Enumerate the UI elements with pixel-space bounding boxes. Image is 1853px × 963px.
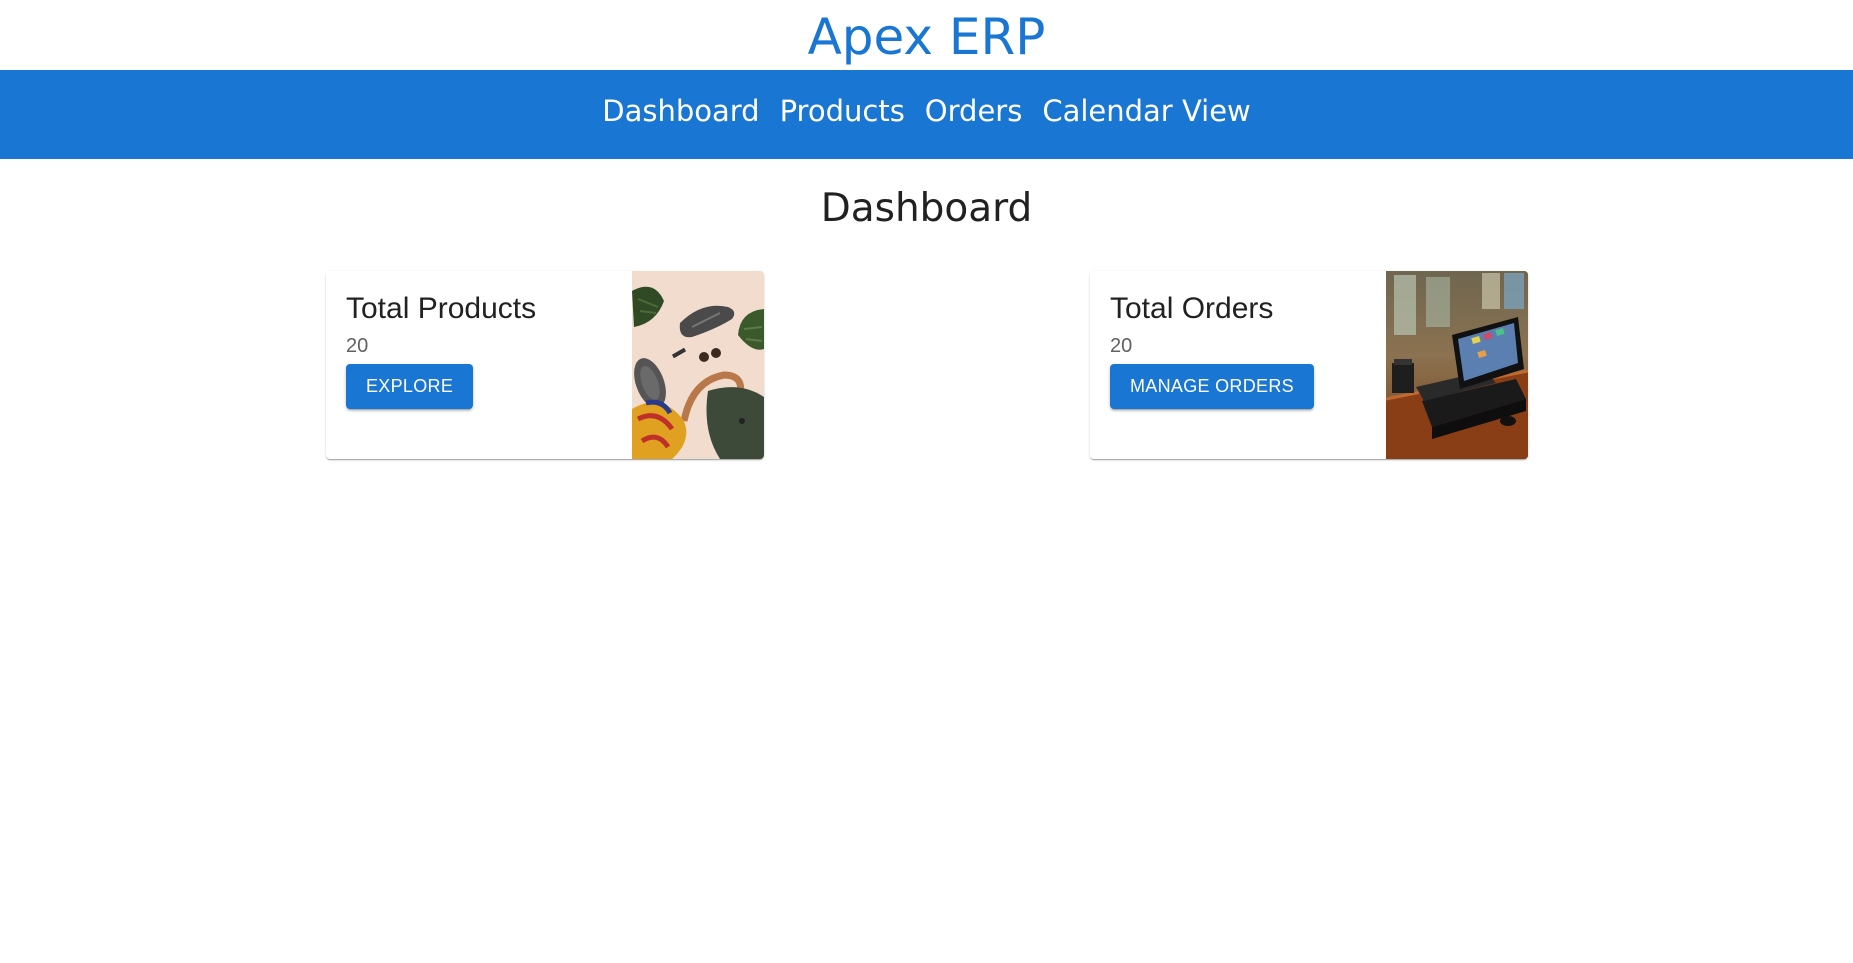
dashboard-cards: Total Products 20 EXPLORE Total Orders 2… xyxy=(0,242,1853,462)
products-image xyxy=(632,271,764,459)
manage-orders-button[interactable]: MANAGE ORDERS xyxy=(1110,364,1314,409)
orders-image xyxy=(1385,271,1528,459)
nav-bar: Dashboard Products Orders Calendar View xyxy=(0,70,1853,159)
page-title: Dashboard xyxy=(820,186,1033,231)
total-products-card: Total Products 20 EXPLORE xyxy=(326,271,764,459)
nav-link-calendar-view[interactable]: Calendar View xyxy=(1042,94,1250,128)
app-title: Apex ERP xyxy=(807,8,1046,66)
product-count: 20 xyxy=(346,335,369,357)
card-title: Total Orders xyxy=(1110,292,1274,325)
flat-lay-accessories-illustration xyxy=(632,271,764,459)
order-count: 20 xyxy=(1110,335,1133,357)
nav-link-dashboard[interactable]: Dashboard xyxy=(602,94,759,128)
nav-list: Dashboard Products Orders Calendar View xyxy=(602,94,1251,128)
card-title: Total Products xyxy=(346,292,537,325)
card-content: Total Products 20 EXPLORE xyxy=(326,271,632,459)
explore-button[interactable]: EXPLORE xyxy=(346,364,474,409)
pos-terminal-illustration xyxy=(1385,271,1528,459)
card-content: Total Orders 20 MANAGE ORDERS xyxy=(1090,271,1386,459)
total-orders-card: Total Orders 20 MANAGE ORDERS xyxy=(1090,271,1528,459)
nav-link-products[interactable]: Products xyxy=(780,94,905,128)
nav-link-orders[interactable]: Orders xyxy=(925,94,1023,128)
app-header: Apex ERP xyxy=(0,0,1853,70)
